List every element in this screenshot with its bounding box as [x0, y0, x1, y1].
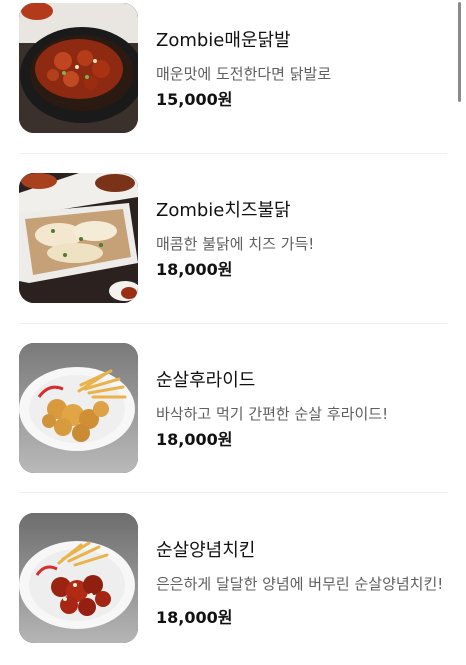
menu-item-description: 매콤한 불닭에 치즈 가득!	[156, 235, 315, 253]
menu-item-name: Zombie치즈불닭	[156, 200, 291, 221]
menu-item-price: 18,000원	[156, 608, 233, 627]
divider	[19, 492, 447, 493]
scrollbar-thumb[interactable]	[458, 2, 461, 102]
divider	[19, 323, 447, 324]
menu-item-description: 바삭하고 먹기 간편한 순살 후라이드!	[156, 405, 389, 423]
menu-item-name: 순살양념치킨	[156, 540, 256, 561]
menu-item-cheese-fire-chicken[interactable]: Zombie치즈불닭 매콤한 불닭에 치즈 가득! 18,000원	[0, 155, 466, 325]
cheese-fire-chicken-image	[19, 173, 138, 303]
menu-list: Zombie매운닭발 매운맛에 도전한다면 닭발로 15,000원 Zombie…	[0, 0, 466, 652]
menu-item-boneless-seasoned-chicken[interactable]: 순살양념치킨 은은하게 달달한 양념에 버무린 순살양념치킨! 18,000원	[0, 495, 466, 665]
menu-item-price: 18,000원	[156, 430, 233, 449]
menu-item-description: 매운맛에 도전한다면 닭발로	[156, 65, 332, 83]
divider	[19, 153, 447, 154]
menu-item-spicy-chicken-feet[interactable]: Zombie매운닭발 매운맛에 도전한다면 닭발로 15,000원	[0, 0, 466, 155]
menu-item-price: 15,000원	[156, 90, 233, 109]
spicy-chicken-feet-image	[19, 3, 138, 133]
menu-item-boneless-fried-chicken[interactable]: 순살후라이드 바삭하고 먹기 간편한 순살 후라이드! 18,000원	[0, 325, 466, 495]
menu-item-price: 18,000원	[156, 260, 233, 279]
menu-item-description: 은은하게 달달한 양념에 버무린 순살양념치킨!	[156, 575, 444, 593]
menu-item-name: Zombie매운닭발	[156, 30, 291, 51]
menu-item-name: 순살후라이드	[156, 370, 256, 391]
boneless-seasoned-chicken-image	[19, 513, 138, 643]
boneless-fried-chicken-image	[19, 343, 138, 473]
